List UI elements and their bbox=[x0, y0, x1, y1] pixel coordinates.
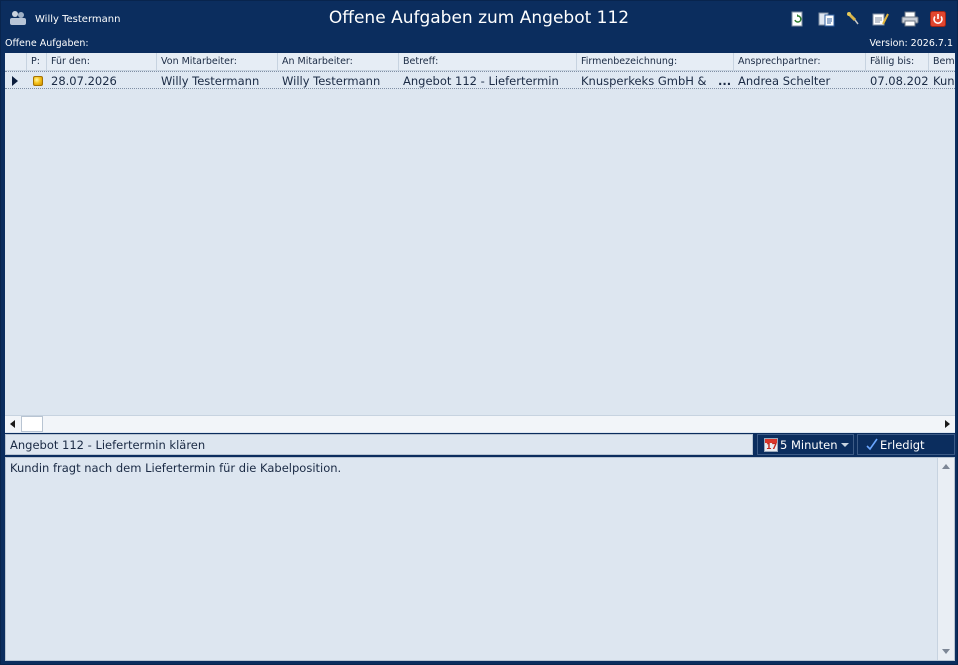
column-header-company[interactable]: Firmenbezeichnung: bbox=[577, 53, 734, 71]
cell-company-ellipsis[interactable]: ... bbox=[715, 74, 734, 90]
title-bar: Willy Testermann Offene Aufgaben zum Ang… bbox=[1, 1, 957, 37]
cell-due: 07.08.202 bbox=[870, 74, 929, 88]
done-button[interactable]: Erledigt bbox=[857, 434, 955, 455]
chevron-down-icon bbox=[841, 443, 849, 447]
cell-company: Knusperkeks GmbH & bbox=[581, 74, 707, 88]
window-title: Offene Aufgaben zum Angebot 112 bbox=[328, 8, 630, 28]
column-header-remark[interactable]: Bem bbox=[929, 53, 955, 71]
calendar-day: 17 bbox=[766, 442, 778, 451]
vertical-scrollbar[interactable] bbox=[937, 458, 954, 660]
cell-to: Willy Testermann bbox=[282, 74, 381, 88]
grid-header: P: Für den: Von Mitarbeiter: An Mitarbei… bbox=[5, 53, 955, 71]
arrow-left-icon bbox=[10, 420, 15, 428]
pin-icon[interactable] bbox=[845, 11, 861, 27]
open-tasks-label: Offene Aufgaben: bbox=[5, 38, 89, 49]
row-pointer-icon bbox=[12, 76, 18, 86]
task-notes-area[interactable]: Kundin fragt nach dem Liefertermin für d… bbox=[5, 457, 955, 661]
calendar-icon: 17 bbox=[764, 438, 778, 452]
done-button-label: Erledigt bbox=[880, 438, 925, 452]
reminder-value: 5 Minuten bbox=[780, 438, 838, 452]
priority-icon bbox=[33, 76, 43, 86]
cell-subject: Angebot 112 - Liefertermin bbox=[403, 74, 559, 88]
column-header-subject[interactable]: Betreff: bbox=[399, 53, 577, 71]
print-icon[interactable] bbox=[901, 11, 919, 27]
column-header-due[interactable]: Fällig bis: bbox=[866, 53, 929, 71]
tasks-grid[interactable]: P: Für den: Von Mitarbeiter: An Mitarbei… bbox=[5, 53, 955, 433]
column-header-from[interactable]: Von Mitarbeiter: bbox=[157, 53, 278, 71]
edit-document-icon[interactable] bbox=[872, 11, 890, 27]
version-label: Version: 2026.7.1 bbox=[869, 38, 953, 49]
column-header-to[interactable]: An Mitarbeiter: bbox=[278, 53, 399, 71]
column-header-priority[interactable]: P: bbox=[27, 53, 47, 71]
column-header-contact[interactable]: Ansprechpartner: bbox=[734, 53, 866, 71]
power-icon[interactable] bbox=[930, 11, 946, 27]
column-header-date[interactable]: Für den: bbox=[47, 53, 157, 71]
scroll-right-button[interactable] bbox=[939, 416, 955, 432]
document-copy-icon[interactable] bbox=[818, 11, 836, 27]
table-row[interactable]: 28.07.2026 Willy Testermann Willy Tester… bbox=[5, 71, 955, 89]
detail-bar: Angebot 112 - Liefertermin klären 17 5 M… bbox=[5, 434, 955, 455]
cell-remark: Kun bbox=[933, 74, 955, 88]
scroll-thumb[interactable] bbox=[21, 416, 43, 432]
scroll-down-icon[interactable] bbox=[942, 649, 950, 654]
task-note-text: Kundin fragt nach dem Liefertermin für d… bbox=[10, 461, 342, 475]
task-window: Willy Testermann Offene Aufgaben zum Ang… bbox=[0, 0, 958, 665]
scroll-left-button[interactable] bbox=[5, 416, 21, 432]
cell-from: Willy Testermann bbox=[161, 74, 260, 88]
arrow-right-icon bbox=[945, 420, 950, 428]
cell-date: 28.07.2026 bbox=[51, 74, 117, 88]
checkmark-icon bbox=[866, 438, 878, 451]
sub-bar: Offene Aufgaben: Version: 2026.7.1 bbox=[1, 37, 957, 53]
document-refresh-icon[interactable] bbox=[789, 11, 805, 27]
task-subject-field[interactable]: Angebot 112 - Liefertermin klären bbox=[5, 434, 753, 455]
row-indicator-header bbox=[5, 53, 27, 71]
horizontal-scrollbar[interactable] bbox=[5, 415, 955, 432]
cell-contact: Andrea Schelter bbox=[738, 74, 831, 88]
scroll-up-icon[interactable] bbox=[942, 464, 950, 469]
reminder-select[interactable]: 17 5 Minuten bbox=[757, 434, 854, 455]
